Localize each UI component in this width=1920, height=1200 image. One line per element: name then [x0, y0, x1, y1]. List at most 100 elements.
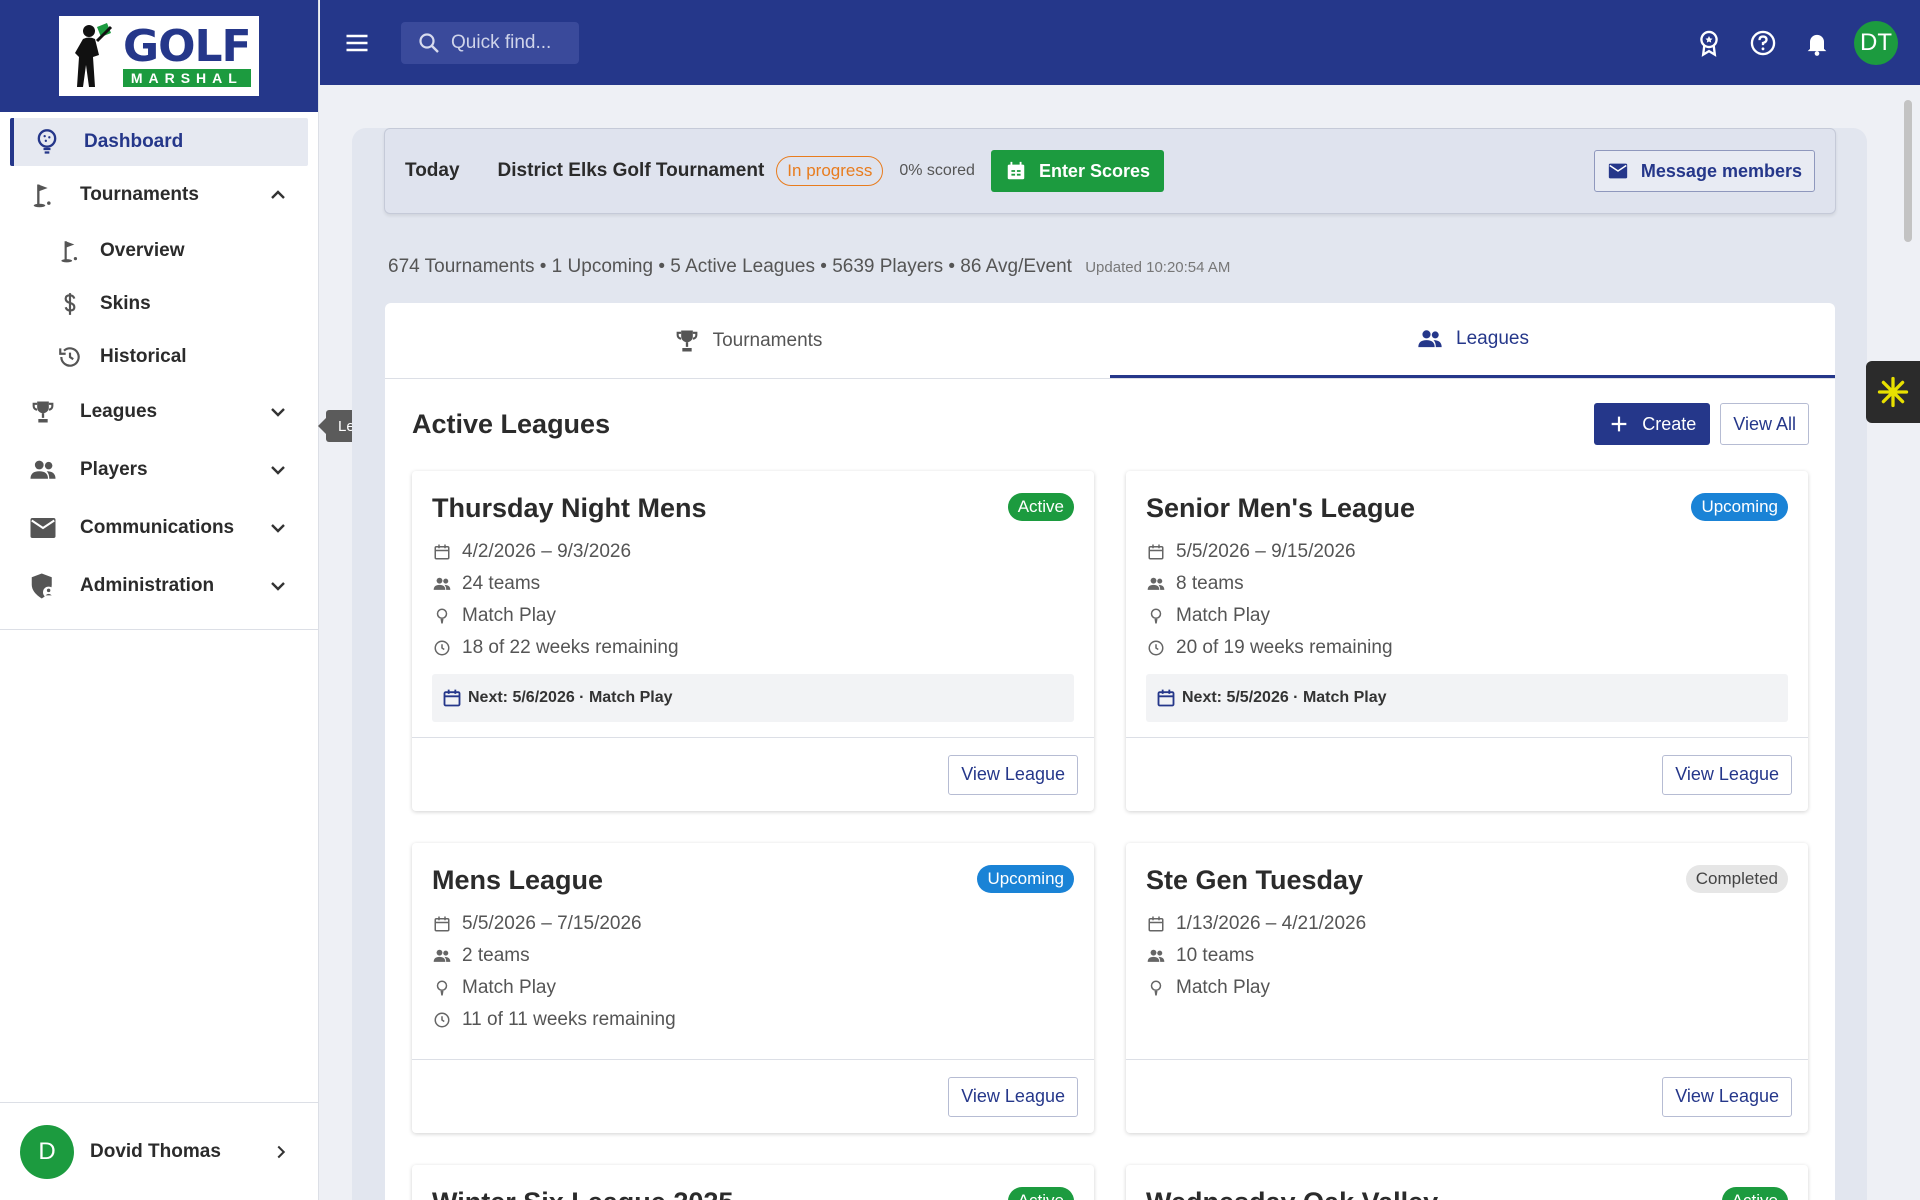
logo-bar: GOLF MARSHAL — [0, 0, 318, 112]
flag-icon — [56, 237, 84, 265]
sidebar-subitem-skins[interactable]: Skins — [0, 277, 318, 330]
status-badge: Completed — [1685, 865, 1788, 893]
sidebar-item-communications[interactable]: Communications — [0, 499, 318, 557]
sidebar-item-players[interactable]: Players — [0, 441, 318, 499]
people-icon — [1146, 946, 1166, 966]
sidebar-item-label: Tournaments — [80, 184, 199, 205]
league-teams: 24 teams — [432, 568, 1074, 600]
teams-text: 2 teams — [462, 945, 530, 966]
scorecard-icon — [1007, 161, 1025, 180]
trophy-icon — [26, 395, 60, 429]
tab-tournaments[interactable]: Tournaments — [385, 303, 1110, 378]
enter-scores-button[interactable]: Enter Scores — [990, 150, 1164, 192]
sidebar-item-administration[interactable]: Administration — [0, 557, 318, 615]
golf-ball-tee-icon — [1146, 978, 1166, 998]
clock-icon — [432, 1010, 452, 1030]
chevron-right-icon — [277, 1145, 286, 1158]
create-button[interactable]: Create — [1594, 403, 1711, 445]
league-card: Winter Six League 2025 Active — [412, 1165, 1094, 1200]
golf-ball-tee-icon — [432, 978, 452, 998]
dates-text: 5/5/2026 – 9/15/2026 — [1176, 541, 1356, 562]
sidebar-nav: Dashboard Tournaments Overview Skins His… — [0, 112, 318, 615]
view-league-button[interactable]: View League — [1662, 1076, 1792, 1117]
sidebar-subitem-historical[interactable]: Historical — [0, 330, 318, 383]
view-all-button[interactable]: View All — [1720, 403, 1809, 445]
dates-text: 5/5/2026 – 7/15/2026 — [462, 913, 642, 934]
award-icon[interactable] — [1692, 26, 1726, 60]
golf-marshal-logo[interactable]: GOLF MARSHAL — [59, 16, 259, 96]
next-event-box: Next: 5/6/2026 · Match Play — [432, 674, 1074, 722]
bell-icon[interactable] — [1800, 26, 1834, 60]
status-badge: Active — [1007, 1187, 1074, 1200]
calendar-icon — [432, 914, 452, 934]
remaining-text: 18 of 22 weeks remaining — [462, 637, 679, 658]
league-card: Wednesday Oak Valley Active — [1126, 1165, 1808, 1200]
section-title: Active Leagues — [412, 408, 611, 439]
league-title[interactable]: Thursday Night Mens — [432, 493, 1074, 524]
clock-icon — [1146, 638, 1166, 658]
feedback-widget-icon[interactable] — [1866, 361, 1920, 423]
league-dates: 5/5/2026 – 7/15/2026 — [432, 908, 1074, 940]
top-bar: DT — [320, 0, 1920, 85]
league-remaining: 20 of 19 weeks remaining — [1146, 632, 1788, 664]
quick-find-search[interactable] — [401, 21, 579, 64]
sidebar-item-tournaments[interactable]: Tournaments — [0, 166, 318, 224]
user-avatar[interactable]: DT — [1854, 20, 1898, 65]
people-icon — [432, 946, 452, 966]
calendar-icon — [443, 689, 461, 707]
chevron-down-icon[interactable] — [266, 400, 290, 424]
tab-label: Tournaments — [712, 329, 823, 351]
clock-icon — [432, 638, 452, 658]
today-label: Today — [405, 160, 460, 181]
tab-bar: Tournaments Leagues — [385, 303, 1835, 379]
stats-summary: 674 Tournaments • 1 Upcoming • 5 Active … — [388, 256, 1230, 278]
calendar-icon — [1157, 689, 1175, 707]
league-dates: 5/5/2026 – 9/15/2026 — [1146, 536, 1788, 568]
sidebar-subitem-overview[interactable]: Overview — [0, 224, 318, 277]
mail-icon — [1608, 163, 1628, 179]
search-input[interactable] — [451, 31, 576, 54]
sidebar: GOLF MARSHAL Dashboard Tournaments Overv… — [0, 0, 319, 1200]
chevron-down-icon[interactable] — [266, 516, 290, 540]
status-badge: In progress — [776, 156, 884, 186]
menu-icon[interactable] — [340, 26, 374, 60]
sidebar-item-dashboard[interactable]: Dashboard — [10, 118, 308, 166]
search-icon — [419, 32, 439, 53]
today-tournament-name[interactable]: District Elks Golf Tournament — [498, 160, 765, 182]
view-league-button[interactable]: View League — [948, 1076, 1078, 1117]
golf-ball-tee-icon — [432, 606, 452, 626]
card-footer: View League — [412, 1059, 1094, 1133]
tab-leagues[interactable]: Leagues — [1110, 303, 1835, 378]
sidebar-divider — [0, 629, 318, 630]
league-card: Thursday Night Mens Active 4/2/2026 – 9/… — [412, 471, 1094, 811]
next-event-box: Next: 5/5/2026 · Match Play — [1146, 674, 1788, 722]
updated-timestamp: Updated 10:20:54 AM — [1085, 259, 1231, 276]
sidebar-item-leagues[interactable]: Leagues — [0, 383, 318, 441]
page-scrollbar[interactable] — [1904, 100, 1912, 242]
view-league-button[interactable]: View League — [948, 754, 1078, 795]
dollar-icon — [56, 290, 84, 318]
next-event-text: Next: 5/6/2026 · Match Play — [468, 689, 673, 706]
chevron-down-icon[interactable] — [266, 458, 290, 482]
dates-text: 1/13/2026 – 4/21/2026 — [1176, 913, 1367, 934]
message-members-button[interactable]: Message members — [1593, 150, 1815, 192]
golfer-logo-icon — [75, 23, 113, 87]
league-format: Match Play — [432, 600, 1074, 632]
calendar-icon — [1146, 542, 1166, 562]
logo-main-text: GOLF — [123, 21, 252, 72]
league-title[interactable]: Wednesday Oak Valley — [1146, 1187, 1788, 1200]
trophy-icon — [676, 330, 697, 351]
league-remaining: 11 of 11 weeks remaining — [432, 1004, 1074, 1036]
card-footer: View League — [1126, 1059, 1808, 1133]
league-format: Match Play — [1146, 972, 1788, 1004]
tab-label: Leagues — [1456, 328, 1529, 349]
chevron-up-icon[interactable] — [266, 183, 290, 207]
stats-text: 674 Tournaments • 1 Upcoming • 5 Active … — [388, 256, 1072, 277]
admin-shield-icon — [26, 569, 60, 603]
help-icon[interactable] — [1746, 26, 1780, 60]
user-profile-footer[interactable]: D Dovid Thomas — [0, 1102, 318, 1200]
view-league-button[interactable]: View League — [1662, 754, 1792, 795]
league-dates: 1/13/2026 – 4/21/2026 — [1146, 908, 1788, 940]
chevron-down-icon[interactable] — [266, 574, 290, 598]
league-title[interactable]: Winter Six League 2025 — [432, 1187, 1074, 1200]
